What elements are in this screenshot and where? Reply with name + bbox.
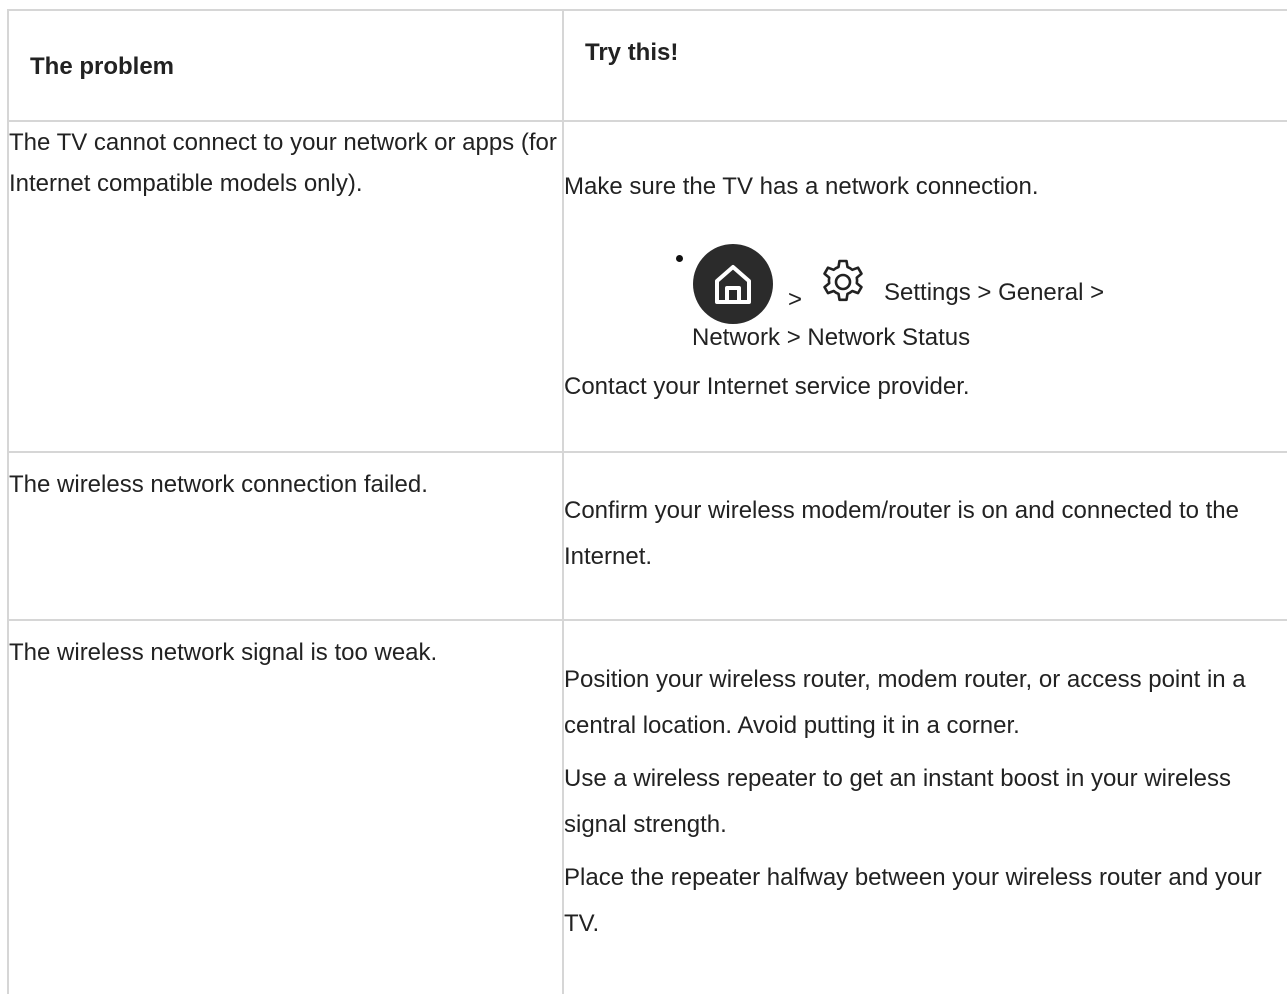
table-row: The wireless network connection failed. … — [7, 451, 1287, 621]
column-header-try-label: Try this! — [585, 39, 679, 66]
table-row: The TV cannot connect to your network or… — [7, 120, 1287, 453]
solution-cell: Confirm your wireless modem/router is on… — [562, 451, 1287, 621]
problem-cell: The TV cannot connect to your network or… — [7, 120, 564, 453]
solution-text: Position your wireless router, modem rou… — [564, 666, 1246, 739]
menu-path: > Settings > General > Network > Network… — [564, 207, 1287, 355]
solution-cell: Make sure the TV has a network connectio… — [562, 120, 1287, 453]
bullet-point — [676, 255, 683, 262]
menu-path-line2: Network > Network Status — [692, 324, 971, 351]
table-header-row: The problem Try this! — [7, 9, 1287, 122]
problem-text: The TV cannot connect to your network or… — [9, 129, 557, 197]
path-separator: > — [788, 286, 803, 313]
column-header-problem-label: The problem — [30, 53, 175, 80]
troubleshooting-table: The problem Try this! The TV cannot conn… — [7, 9, 1287, 994]
menu-path-line1: Settings > General > — [884, 279, 1105, 306]
column-header-problem: The problem — [7, 9, 564, 122]
solution-text: Contact your Internet service provider. — [564, 373, 970, 400]
home-icon — [693, 244, 773, 324]
problem-text: The wireless network connection failed. — [9, 471, 428, 498]
solution-text: Confirm your wireless modem/router is on… — [564, 497, 1239, 570]
solution-text: Use a wireless repeater to get an instan… — [564, 765, 1231, 838]
solution-text: Place the repeater halfway between your … — [564, 864, 1262, 937]
problem-text: The wireless network signal is too weak. — [9, 639, 438, 666]
table-row: The wireless network signal is too weak.… — [7, 619, 1287, 994]
column-header-try: Try this! — [562, 9, 1287, 122]
solution-text: Make sure the TV has a network connectio… — [564, 173, 1039, 200]
problem-cell: The wireless network connection failed. — [7, 451, 564, 621]
settings-gear-icon — [818, 257, 868, 320]
solution-cell: Position your wireless router, modem rou… — [562, 619, 1287, 994]
problem-cell: The wireless network signal is too weak. — [7, 619, 564, 994]
